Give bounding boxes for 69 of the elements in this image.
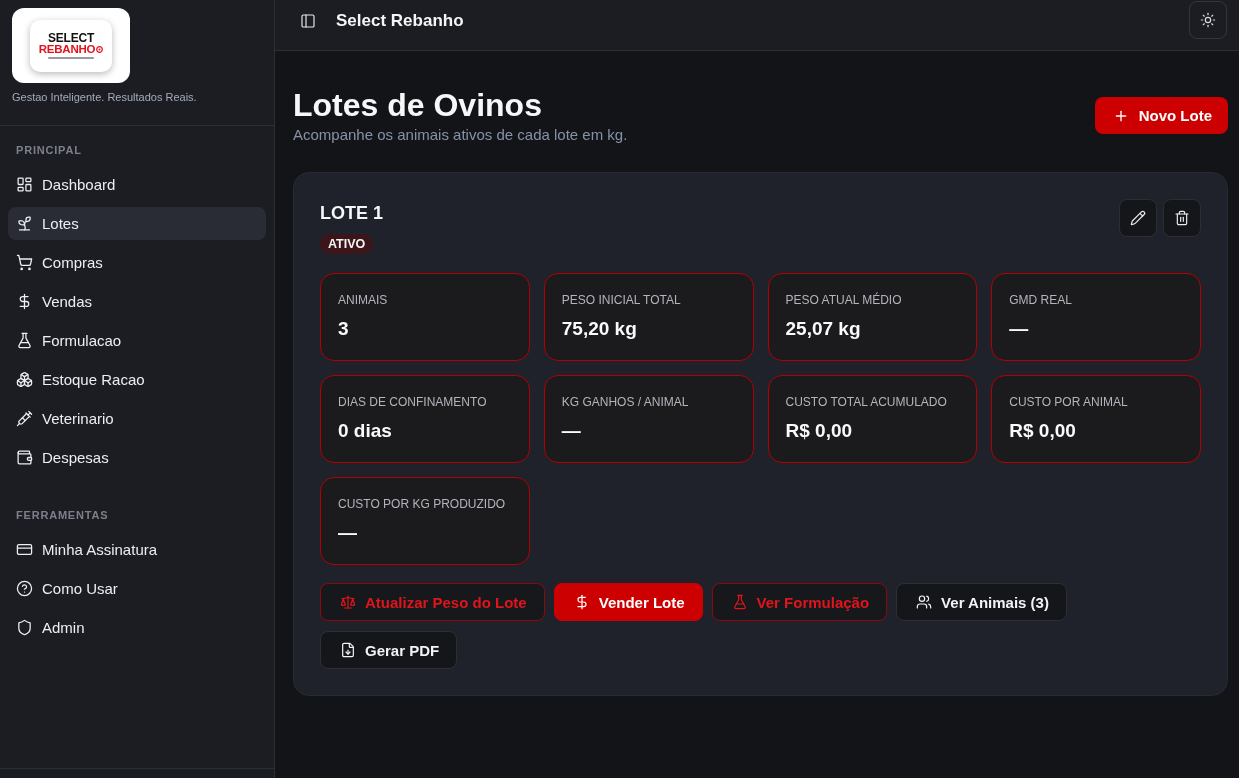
logo-text: SELECT bbox=[47, 32, 95, 44]
stat-label: PESO INICIAL TOTAL bbox=[561, 293, 681, 308]
page-title: Lotes de Ovinos bbox=[293, 86, 543, 124]
action-button[interactable]: Ver Animais (3) bbox=[896, 583, 1067, 621]
delete-button[interactable] bbox=[1163, 199, 1201, 237]
action-button[interactable]: Ver Formulação bbox=[711, 583, 888, 621]
app-title: Select Rebanho bbox=[336, 11, 464, 31]
users-icon bbox=[916, 594, 933, 610]
stat-value: — bbox=[561, 419, 581, 443]
stat-value: — bbox=[1009, 317, 1029, 341]
shield-icon bbox=[16, 619, 33, 636]
nav-item[interactable]: Dashboard bbox=[8, 168, 266, 201]
nav-item[interactable]: Formulacao bbox=[8, 324, 266, 357]
tagline: Gestao Inteligente. Resultados Reais. bbox=[12, 91, 198, 104]
nav-item[interactable]: Despesas bbox=[8, 441, 266, 474]
action-button[interactable]: Gerar PDF bbox=[320, 631, 458, 669]
pencil-icon bbox=[1130, 210, 1146, 226]
registered-mark-icon bbox=[96, 45, 104, 53]
stat-value: 3 bbox=[338, 317, 349, 341]
nav-item[interactable]: Compras bbox=[8, 246, 266, 279]
action-button[interactable]: Vender Lote bbox=[553, 583, 703, 621]
logo-text: REBANHO bbox=[38, 43, 96, 55]
section-title: PRINCIPAL bbox=[15, 143, 83, 157]
wallet-icon bbox=[16, 449, 33, 466]
action-button[interactable]: Atualizar Peso do Lote bbox=[320, 583, 545, 621]
stat-label: CUSTO POR KG PRODUZIDO bbox=[338, 497, 506, 512]
theme-toggle-button[interactable] bbox=[1189, 1, 1227, 39]
stat-value: 0 dias bbox=[338, 419, 392, 443]
stat-value: R$ 0,00 bbox=[785, 419, 853, 443]
nav-item[interactable]: Veterinario bbox=[8, 402, 266, 435]
credit-card-icon bbox=[16, 541, 33, 558]
stat-label: PESO ATUAL MÉDIO bbox=[785, 293, 902, 308]
help-icon bbox=[16, 580, 33, 597]
nav-item[interactable]: Admin bbox=[8, 611, 266, 644]
lot-title: LOTE 1 bbox=[320, 202, 383, 225]
cart-icon bbox=[16, 254, 33, 271]
sidebar-toggle-button[interactable] bbox=[300, 13, 316, 29]
stat-label: ANIMAIS bbox=[338, 293, 388, 308]
nav-item[interactable]: Minha Assinatura bbox=[8, 533, 266, 566]
panel-icon bbox=[300, 13, 316, 29]
nav-item[interactable]: Como Usar bbox=[8, 572, 266, 605]
stat-value: R$ 0,00 bbox=[1009, 419, 1076, 443]
stat-value: 75,20 kg bbox=[561, 317, 637, 341]
nav-item[interactable]: Vendas bbox=[8, 285, 266, 318]
stat-value: 25,07 kg bbox=[785, 317, 861, 341]
file-download-icon bbox=[340, 642, 356, 658]
scale-icon bbox=[340, 594, 356, 610]
section-title: FERRAMENTAS bbox=[15, 508, 110, 522]
syringe-icon bbox=[16, 410, 33, 427]
flask-icon bbox=[731, 594, 748, 610]
new-lot-button[interactable]: Novo Lote bbox=[1094, 97, 1228, 134]
page-subtitle: Acompanhe os animais ativos de cada lote em kg. bbox=[293, 125, 628, 145]
edit-button[interactable] bbox=[1119, 199, 1157, 237]
sun-icon bbox=[1200, 12, 1216, 28]
nav-item[interactable]: Lotes bbox=[8, 207, 266, 240]
nav-item[interactable]: Estoque Racao bbox=[8, 363, 266, 396]
stat-label: CUSTO POR ANIMAL bbox=[1009, 395, 1128, 410]
boxes-icon bbox=[16, 371, 33, 388]
trash-icon bbox=[1174, 210, 1190, 226]
stat-label: DIAS DE CONFINAMENTO bbox=[338, 395, 487, 410]
dashboard-grid-icon bbox=[16, 176, 33, 193]
stat-label: KG GANHOS / ANIMAL bbox=[561, 395, 689, 410]
stat-label: CUSTO TOTAL ACUMULADO bbox=[785, 395, 947, 410]
status-badge: ATIVO bbox=[320, 234, 374, 254]
stat-label: GMD REAL bbox=[1009, 293, 1072, 308]
flask-icon bbox=[16, 332, 33, 349]
logo-rule bbox=[48, 56, 94, 59]
sprout-icon bbox=[16, 215, 33, 232]
stat-value: — bbox=[338, 521, 357, 545]
